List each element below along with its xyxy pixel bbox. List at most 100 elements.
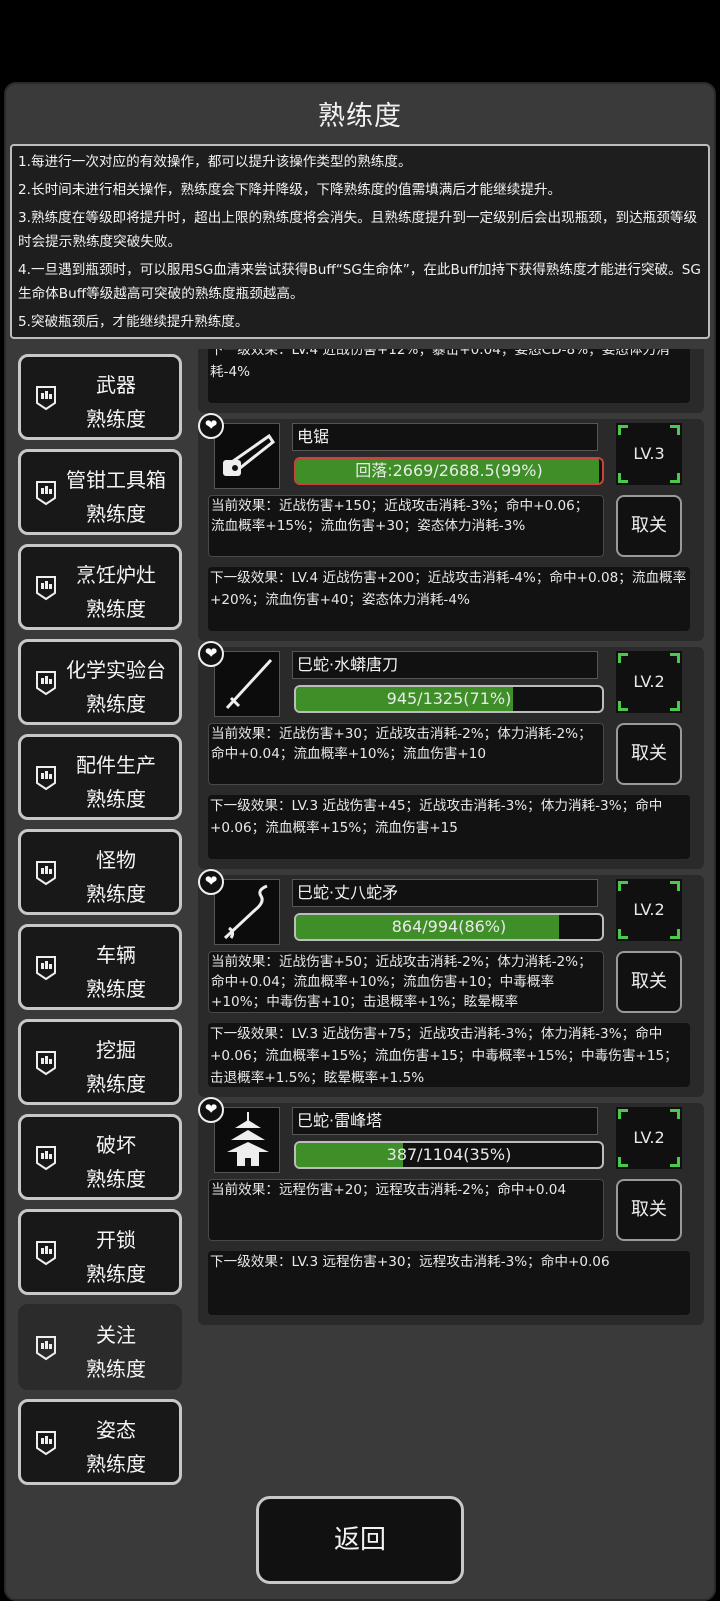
progress-bar: 回落:2669/2688.5(99%) (294, 457, 604, 485)
sidebar-item[interactable]: 配件生产 熟练度 (18, 734, 182, 820)
next-level-effect: 下一级效果：LV.3 近战伤害+75；近战攻击消耗-3%；体力消耗-3%；命中+… (208, 1023, 690, 1087)
sidebar-item[interactable]: 管钳工具箱 熟练度 (18, 449, 182, 535)
corner-bracket-icon (670, 881, 680, 891)
progress-bar: 864/994(86%) (294, 913, 604, 941)
progress-bar: 387/1104(35%) (294, 1141, 604, 1169)
level-badge: LV.2 (616, 1107, 682, 1169)
unfollow-button[interactable]: 取关 (616, 723, 682, 785)
sidebar-item[interactable]: 破坏 熟练度 (18, 1114, 182, 1200)
proficiency-card: ❤ 巳蛇·丈八蛇矛 864/994(86%) LV.2 当前效果：近战伤害+50；近战攻… (198, 869, 704, 1097)
level-text: LV.3 (633, 444, 665, 463)
progress-text: 864/994(86%) (391, 917, 507, 936)
sidebar-item-sublabel: 熟练度 (86, 597, 146, 621)
page-title: 熟练度 (318, 101, 402, 132)
corner-bracket-icon (670, 1109, 680, 1119)
back-button[interactable]: 返回 (256, 1496, 464, 1584)
corner-bracket-icon (618, 1157, 628, 1167)
sidebar-item-sublabel: 熟练度 (86, 1167, 146, 1191)
info-line: 3.熟练度在等级即将提升时，超出上限的熟练度将会消失。且熟练度提升到一定级别后会… (18, 210, 698, 250)
sidebar-item[interactable]: 车辆 熟练度 (18, 924, 182, 1010)
sidebar-item-sublabel: 熟练度 (86, 1072, 146, 1096)
sidebar-item-label: 武器 (96, 373, 136, 397)
item-thumbnail (214, 423, 280, 489)
sidebar-item-sublabel: 熟练度 (86, 407, 146, 431)
item-name: 电锯 (292, 423, 598, 451)
snake-spear-icon (215, 880, 279, 950)
info-line: 1.每进行一次对应的有效操作，都可以提升该操作类型的熟练度。 (18, 154, 412, 170)
proficiency-card: ❤ 巳蛇·雷峰塔 387/1104(35%) LV.2 当前效果：远程伤害+20；远程攻… (198, 1097, 704, 1325)
next-level-effect: 下一级效果：LV.3 远程伤害+30；远程攻击消耗-3%；命中+0.06 (208, 1251, 690, 1315)
corner-bracket-icon (618, 881, 628, 891)
heart-icon[interactable]: ❤ (198, 869, 224, 895)
progress-bar: 945/1325(71%) (294, 685, 604, 713)
corner-bracket-icon (670, 1157, 680, 1167)
unfollow-button[interactable]: 取关 (616, 1179, 682, 1241)
corner-bracket-icon (670, 653, 680, 663)
sidebar-item[interactable]: 挖掘 熟练度 (18, 1019, 182, 1105)
badge-icon (35, 1430, 57, 1456)
sidebar-item-sublabel: 熟练度 (86, 1357, 146, 1381)
badge-icon (35, 1145, 57, 1171)
corner-bracket-icon (670, 701, 680, 711)
badge-icon (35, 860, 57, 886)
heart-icon[interactable]: ❤ (198, 641, 224, 667)
progress-text: 945/1325(71%) (386, 689, 512, 708)
progress-text: 回落:2669/2688.5(99%) (355, 461, 543, 480)
sidebar-item-sublabel: 熟练度 (86, 977, 146, 1001)
info-box: 1.每进行一次对应的有效操作，都可以提升该操作类型的熟练度。 2.长时间未进行相关… (10, 144, 710, 339)
unfollow-button[interactable]: 取关 (616, 951, 682, 1013)
sidebar-item-label: 怪物 (96, 848, 136, 872)
sidebar-item[interactable]: 化学实验台 熟练度 (18, 639, 182, 725)
badge-icon (35, 1335, 57, 1361)
chainsaw-icon (215, 424, 279, 494)
sidebar-item-label: 开锁 (96, 1228, 136, 1252)
proficiency-list[interactable]: ❤1587/2608(60%)LV.3当前效果：近战伤害+9%；暴击+0.03；… (198, 349, 704, 1559)
sidebar-item[interactable]: 怪物 熟练度 (18, 829, 182, 915)
corner-bracket-icon (670, 929, 680, 939)
heart-icon[interactable]: ❤ (198, 1097, 224, 1123)
sidebar-item-label: 配件生产 (76, 753, 156, 777)
info-line: 2.长时间未进行相关操作，熟练度会下降并降级，下降熟练度的值需填满后才能继续提升… (18, 182, 562, 198)
proficiency-panel: 熟练度 1.每进行一次对应的有效操作，都可以提升该操作类型的熟练度。 2.长时间未… (4, 82, 716, 1601)
item-thumbnail (214, 879, 280, 945)
corner-bracket-icon (670, 425, 680, 435)
unfollow-button[interactable]: 取关 (616, 495, 682, 557)
badge-icon (35, 765, 57, 791)
current-effect: 当前效果：近战伤害+30；近战攻击消耗-2%；体力消耗-2%；命中+0.04；流… (208, 723, 604, 785)
sidebar-item[interactable]: 烹饪炉灶 熟练度 (18, 544, 182, 630)
current-effect: 当前效果：远程伤害+20；远程攻击消耗-2%；命中+0.04 (208, 1179, 604, 1241)
sidebar-item[interactable]: 关注 熟练度 (18, 1304, 182, 1390)
progress-text: 387/1104(35%) (386, 1145, 512, 1164)
sidebar-item-label: 烹饪炉灶 (76, 563, 156, 587)
level-badge: LV.2 (616, 879, 682, 941)
category-sidebar[interactable]: 武器 熟练度 管钳工具箱 熟练度 烹饪炉灶 熟练度 化学实验台 熟练度 配件生产 熟练度 怪物 熟练度… (12, 349, 194, 1559)
info-line: 5.突破瓶颈后，才能继续提升熟练度。 (18, 314, 249, 330)
pagoda-icon (215, 1108, 279, 1178)
sidebar-item-label: 管钳工具箱 (66, 468, 166, 492)
corner-bracket-icon (618, 653, 628, 663)
next-level-effect: 下一级效果：LV.4 近战伤害+200；近战攻击消耗-4%；命中+0.08；流血… (208, 567, 690, 631)
level-text: LV.2 (633, 672, 665, 691)
corner-bracket-icon (618, 929, 628, 939)
corner-bracket-icon (618, 1109, 628, 1119)
sidebar-item-sublabel: 熟练度 (86, 502, 146, 526)
sidebar-item-sublabel: 熟练度 (86, 692, 146, 716)
sidebar-item[interactable]: 开锁 熟练度 (18, 1209, 182, 1295)
sidebar-item-sublabel: 熟练度 (86, 882, 146, 906)
proficiency-card: ❤ 电锯 回落:2669/2688.5(99%) LV.3 当前效果：近战伤害+150；… (198, 413, 704, 641)
proficiency-card: ❤ 巳蛇·水蟒唐刀 945/1325(71%) LV.2 当前效果：近战伤害+30；近战… (198, 641, 704, 869)
corner-bracket-icon (618, 701, 628, 711)
next-level-effect: 下一级效果：LV.3 近战伤害+45；近战攻击消耗-3%；体力消耗-3%；命中+… (208, 795, 690, 859)
level-badge: LV.3 (616, 423, 682, 485)
item-name: 巳蛇·水蟒唐刀 (292, 651, 598, 679)
heart-icon[interactable]: ❤ (198, 413, 224, 439)
badge-icon (35, 955, 57, 981)
sidebar-item-sublabel: 熟练度 (86, 1452, 146, 1476)
katana-icon (215, 652, 279, 722)
item-name: 巳蛇·雷峰塔 (292, 1107, 598, 1135)
sidebar-item[interactable]: 姿态 熟练度 (18, 1399, 182, 1485)
sidebar-item-sublabel: 熟练度 (86, 787, 146, 811)
next-level-effect: 下一级效果：LV.4 近战伤害+12%；暴击+0.04；姿态CD-8%；姿态体力… (208, 349, 690, 403)
sidebar-item[interactable]: 武器 熟练度 (18, 354, 182, 440)
item-thumbnail (214, 651, 280, 717)
